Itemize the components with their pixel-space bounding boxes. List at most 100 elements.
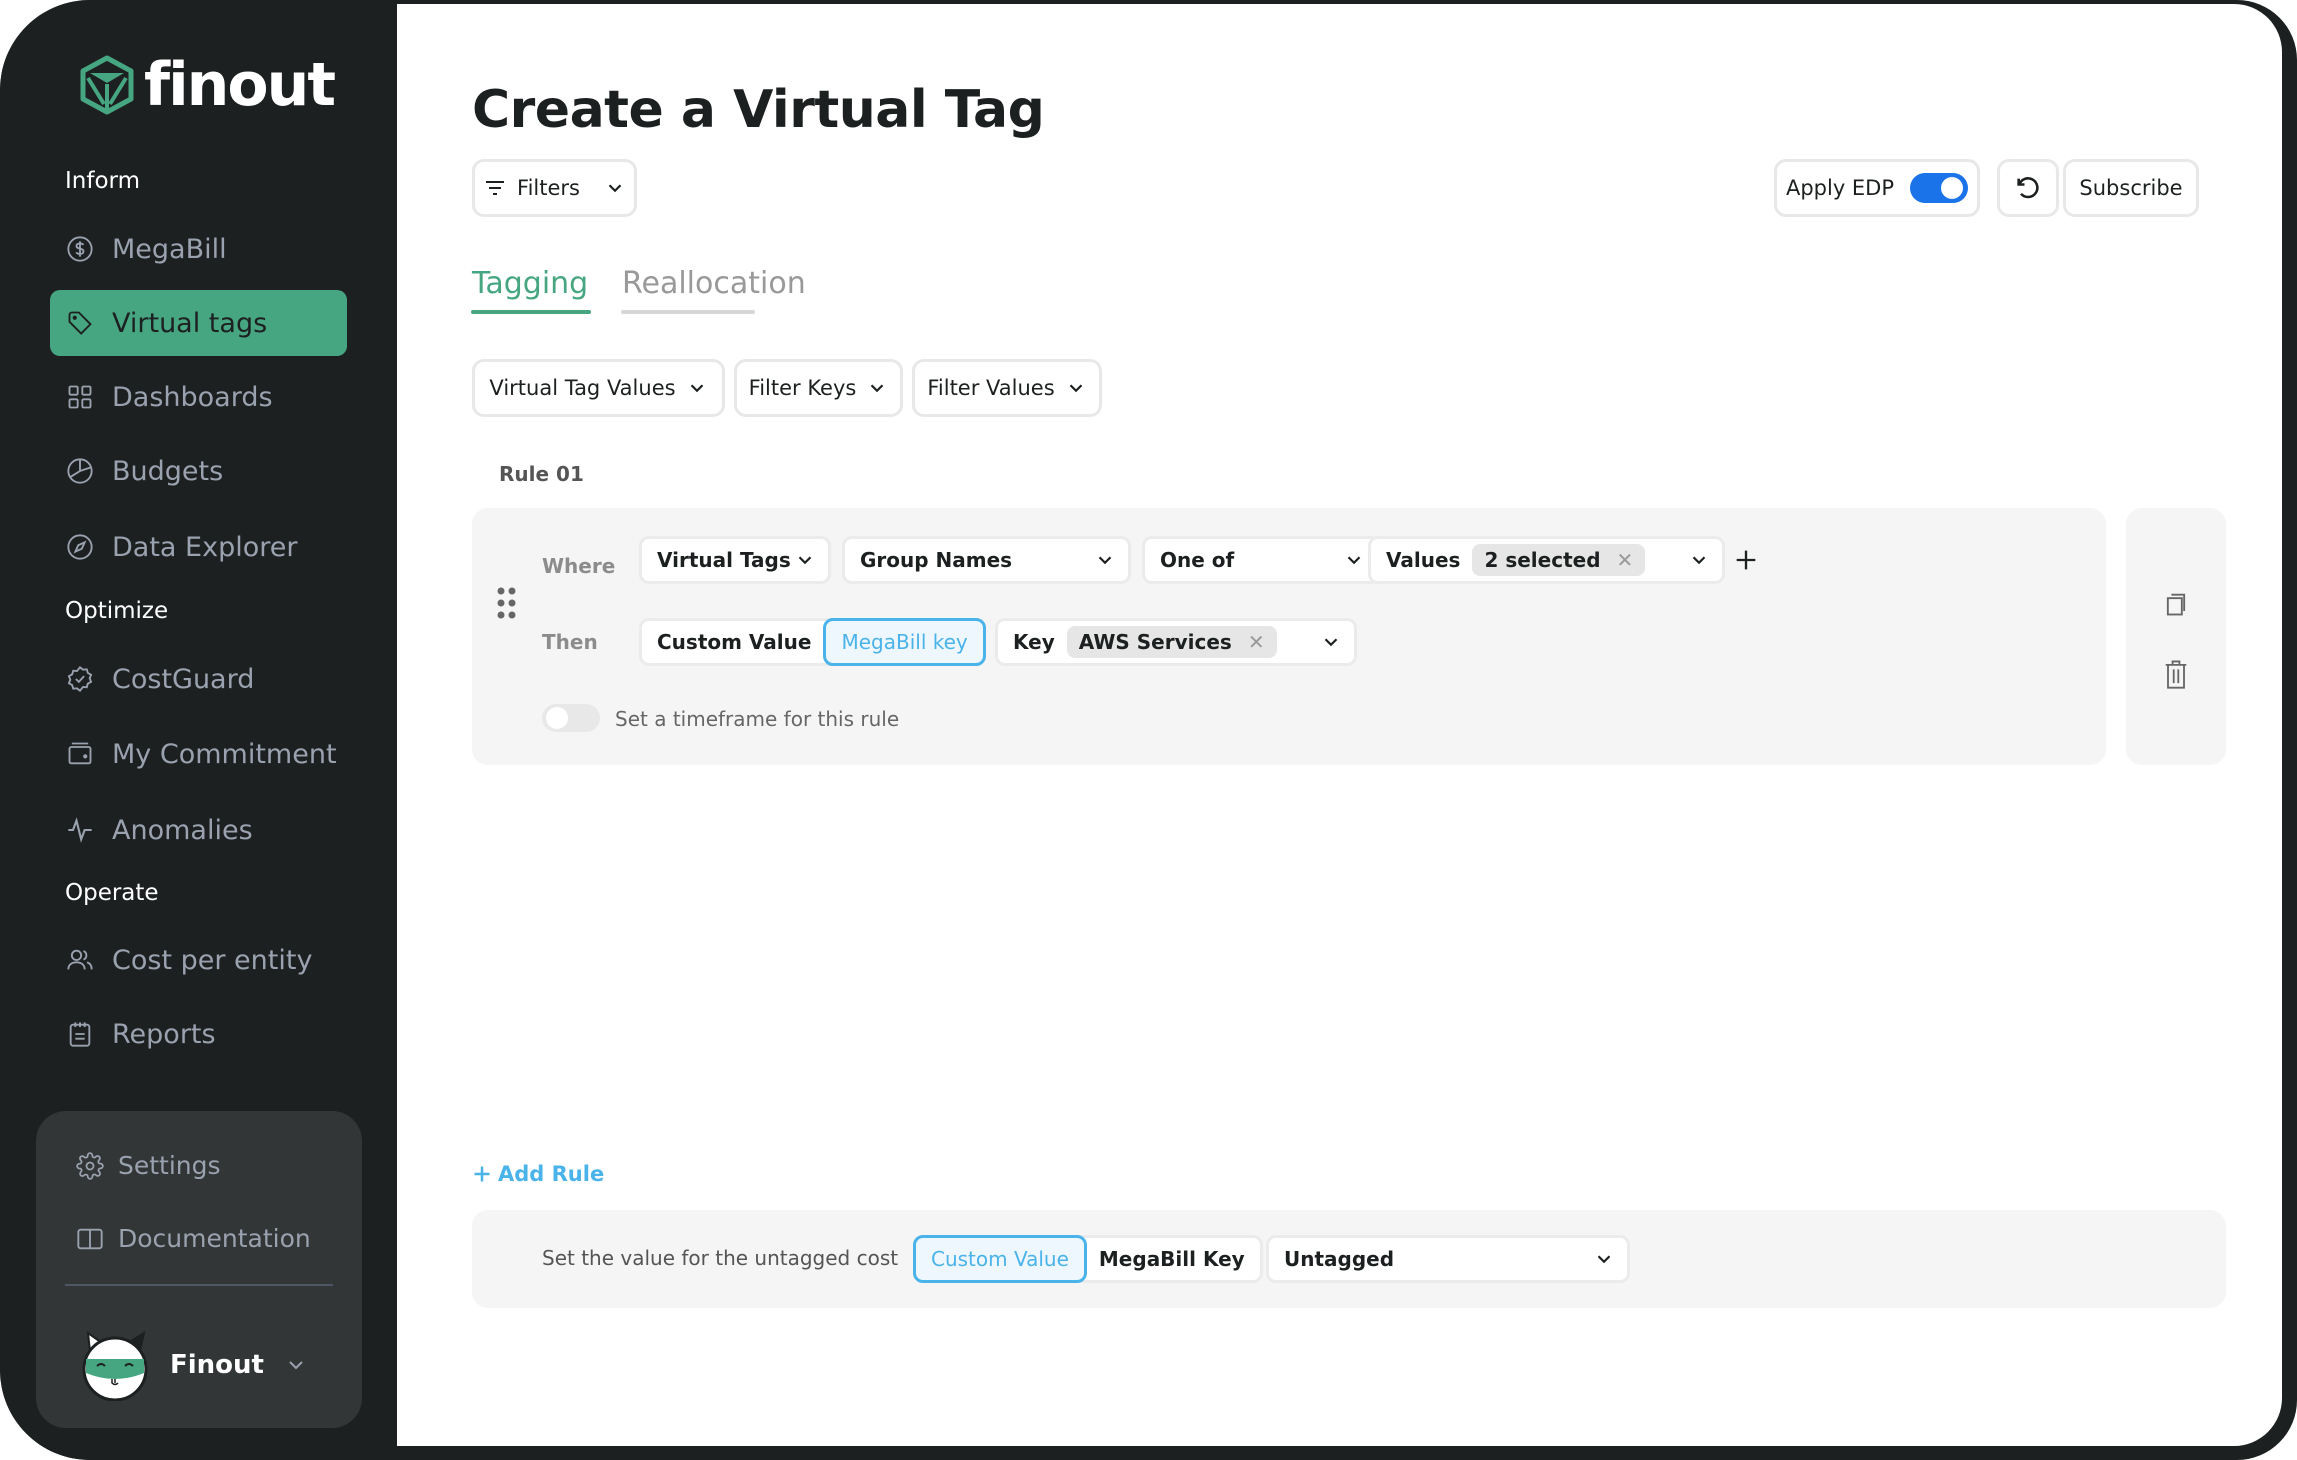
subscribe-button[interactable]: Subscribe <box>2063 159 2199 217</box>
sidebar-item-virtual-tags[interactable]: Virtual tags <box>50 290 347 356</box>
sidebar-bottom-panel: Settings Documentation Finout <box>36 1111 362 1428</box>
tab-reallocation[interactable]: Reallocation <box>622 266 806 301</box>
user-menu[interactable]: Finout <box>80 1329 308 1401</box>
users-icon <box>67 949 93 970</box>
activity-icon <box>68 817 92 843</box>
chevron-down-icon <box>1324 638 1338 647</box>
book-icon <box>77 1228 103 1249</box>
sidebar-item-dashboards[interactable]: Dashboards <box>50 364 347 430</box>
chevron-down-icon <box>1692 556 1706 565</box>
filter-values-dropdown[interactable]: Filter Values <box>912 359 1102 417</box>
chip-label: AWS Services <box>1078 630 1232 654</box>
add-rule-label: Add Rule <box>498 1162 605 1186</box>
where-key-dropdown[interactable]: Group Names <box>842 536 1131 584</box>
sidebar-item-budgets[interactable]: Budgets <box>50 438 347 504</box>
sidebar-item-costguard[interactable]: CostGuard <box>50 646 347 712</box>
main-content: Create a Virtual Tag Filters Apply EDP S… <box>397 4 2282 1446</box>
dropdown-label: Filter Keys <box>748 376 857 400</box>
trash-icon[interactable] <box>2162 658 2190 690</box>
filters-label: Filters <box>517 176 580 200</box>
sidebar-item-cost-per-entity[interactable]: Cost per entity <box>50 927 347 993</box>
virtual-tag-values-dropdown[interactable]: Virtual Tag Values <box>472 359 725 417</box>
tab-tagging[interactable]: Tagging <box>472 266 588 301</box>
sidebar-item-label: Data Explorer <box>112 531 298 563</box>
key-label: Key <box>1013 630 1055 654</box>
compass-icon <box>67 534 93 560</box>
clear-icon[interactable]: ✕ <box>1248 630 1265 654</box>
add-rule-button[interactable]: Add Rule <box>472 1162 604 1186</box>
sidebar-item-megabill[interactable]: MegaBill <box>50 216 347 282</box>
settings-link[interactable]: Settings <box>76 1151 221 1180</box>
filters-button[interactable]: Filters <box>472 159 637 217</box>
section-operate: Operate <box>65 880 159 906</box>
sidebar-item-my-commitment[interactable]: My Commitment <box>50 721 347 787</box>
dropdown-value: Group Names <box>860 548 1013 572</box>
dropdown-value: Untagged <box>1284 1247 1395 1271</box>
tab-tagging-indicator <box>471 310 591 314</box>
dropdown-value: One of <box>1160 548 1235 572</box>
megabill-key-option[interactable]: MegaBill Key <box>1084 1238 1260 1280</box>
subscribe-label: Subscribe <box>2079 176 2183 200</box>
sidebar-item-data-explorer[interactable]: Data Explorer <box>50 514 347 580</box>
chip-label: 2 selected <box>1484 548 1601 572</box>
brand-name: finout <box>144 50 336 120</box>
sidebar-item-label: Anomalies <box>112 814 253 846</box>
add-condition-icon[interactable] <box>1732 546 1760 574</box>
documentation-link[interactable]: Documentation <box>76 1224 311 1253</box>
gear-icon <box>76 1151 104 1180</box>
wallet-icon <box>68 742 92 765</box>
then-type-segmented[interactable]: Custom Value MegaBill key <box>639 618 986 666</box>
settings-label: Settings <box>118 1151 221 1180</box>
app-frame: finout Inform MegaBill Virtual tags Dash… <box>0 0 2297 1460</box>
megabill-key-option[interactable]: MegaBill key <box>823 618 986 666</box>
tab-reallocation-indicator <box>621 310 755 314</box>
timeframe-toggle[interactable] <box>542 704 600 732</box>
selected-key-chip: AWS Services ✕ <box>1066 626 1277 658</box>
copy-icon[interactable] <box>2162 590 2190 618</box>
section-optimize: Optimize <box>65 598 169 624</box>
grid-icon <box>68 385 92 409</box>
tag-icon <box>68 311 92 335</box>
chevron-down-icon <box>1347 556 1361 565</box>
rule-card: Where Virtual Tags Group Names One of Va… <box>472 508 2106 765</box>
sidebar-item-label: Reports <box>112 1018 216 1050</box>
sidebar-item-label: MegaBill <box>112 233 227 265</box>
custom-value-option[interactable]: Custom Value <box>913 1235 1087 1283</box>
where-source-dropdown[interactable]: Virtual Tags <box>639 536 831 584</box>
sidebar-item-label: Budgets <box>112 455 224 487</box>
pie-chart-icon <box>67 458 93 484</box>
rule-title: Rule 01 <box>499 462 584 486</box>
then-label: Then <box>542 630 598 654</box>
where-values-dropdown[interactable]: Values 2 selected ✕ <box>1368 536 1725 584</box>
clipboard-icon <box>69 1022 91 1047</box>
clear-icon[interactable]: ✕ <box>1617 548 1634 572</box>
sidebar-item-label: CostGuard <box>112 663 255 695</box>
where-label: Where <box>542 554 616 578</box>
sidebar-item-reports[interactable]: Reports <box>50 1001 347 1067</box>
custom-value-option[interactable]: Custom Value <box>642 621 826 663</box>
untagged-type-segmented[interactable]: Custom Value MegaBill Key <box>913 1235 1263 1283</box>
section-inform: Inform <box>65 168 140 194</box>
dropdown-value: Virtual Tags <box>657 548 791 572</box>
refresh-icon <box>2017 177 2039 199</box>
badge-check-icon <box>67 666 93 692</box>
selected-values-chip: 2 selected ✕ <box>1472 544 1646 576</box>
page-title: Create a Virtual Tag <box>472 80 1045 140</box>
then-key-dropdown[interactable]: Key AWS Services ✕ <box>995 618 1357 666</box>
sidebar-item-label: Dashboards <box>112 381 273 413</box>
untagged-value-dropdown[interactable]: Untagged <box>1266 1235 1630 1283</box>
drag-handle-icon[interactable] <box>496 586 518 620</box>
apply-edp-control[interactable]: Apply EDP <box>1774 159 1980 217</box>
documentation-label: Documentation <box>118 1224 311 1253</box>
sidebar-item-anomalies[interactable]: Anomalies <box>50 797 347 863</box>
refresh-button[interactable] <box>1997 159 2059 217</box>
where-operator-dropdown[interactable]: One of <box>1142 536 1380 584</box>
finout-logo[interactable]: finout <box>76 50 336 120</box>
filter-keys-dropdown[interactable]: Filter Keys <box>734 359 903 417</box>
apply-edp-toggle[interactable] <box>1910 173 1969 203</box>
chevron-down-icon <box>608 184 622 193</box>
avatar <box>82 1330 148 1401</box>
chevron-down-icon <box>690 384 703 393</box>
chevron-down-icon <box>1597 1255 1611 1264</box>
filter-icon <box>486 181 505 195</box>
